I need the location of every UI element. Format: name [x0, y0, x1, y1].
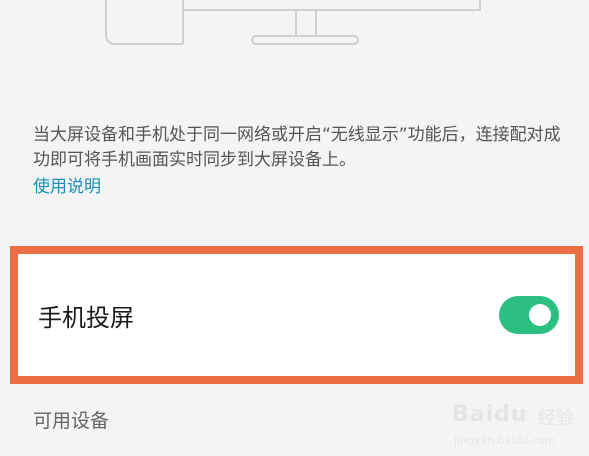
screen-mirroring-illustration	[105, 0, 481, 45]
toggle-knob	[529, 304, 551, 326]
available-devices-heading: 可用设备	[33, 410, 110, 432]
watermark-brand: Baidu	[452, 402, 528, 427]
baidu-watermark-logo: Baidu 经验 jingyan.baidu.com	[452, 400, 582, 454]
highlight-frame: 手机投屏	[10, 246, 583, 384]
screen-mirroring-toggle[interactable]	[499, 296, 559, 334]
setting-label: 手机投屏	[38, 303, 134, 332]
watermark-url: jingyan.baidu.com	[454, 434, 556, 447]
watermark-tag: 经验	[538, 408, 574, 429]
help-link[interactable]: 使用说明	[33, 175, 101, 200]
description-text: 当大屏设备和手机处于同一网络或开启“无线显示”功能后，连接配对成功即可将手机画面…	[33, 125, 561, 170]
setting-row-screen-mirroring[interactable]: 手机投屏	[30, 254, 563, 376]
